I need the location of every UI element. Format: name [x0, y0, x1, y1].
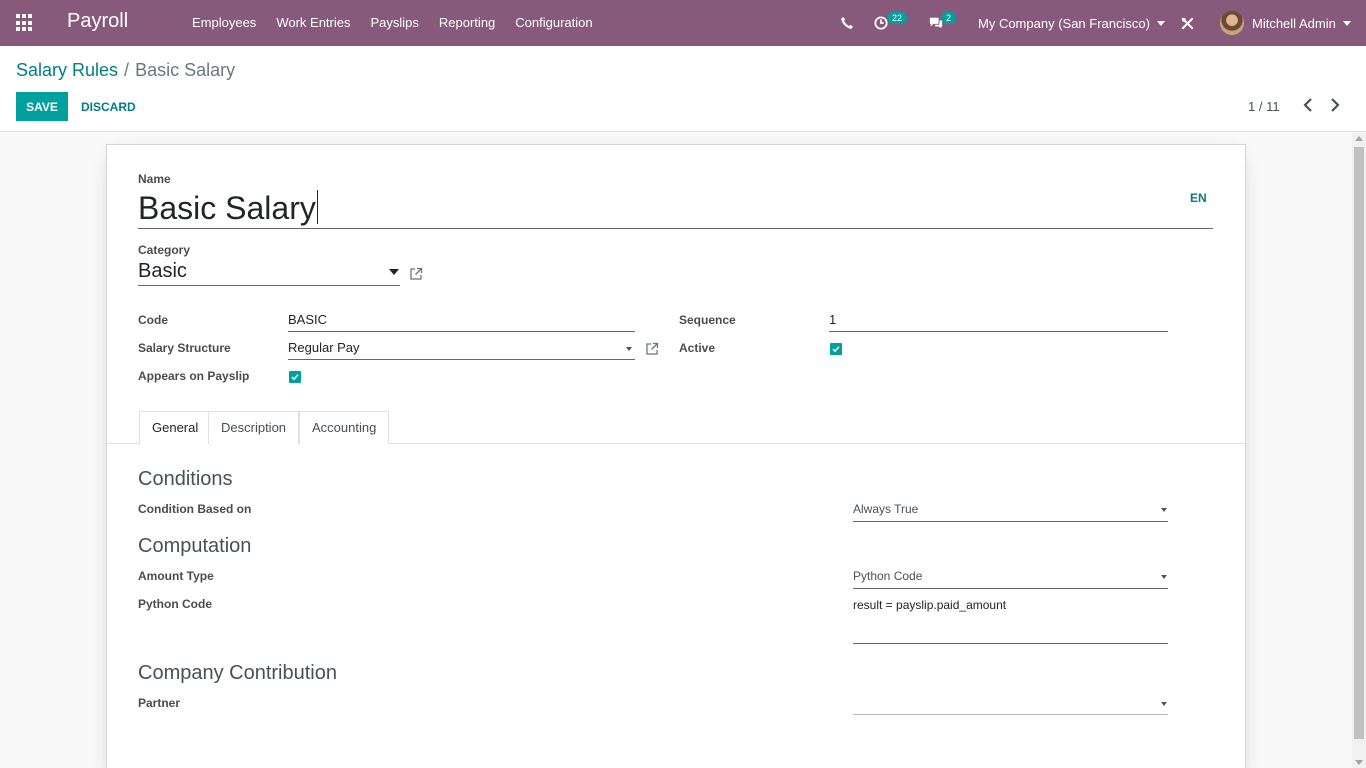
- structure-value: Regular Pay: [288, 340, 360, 355]
- caret-down-icon: [1161, 575, 1167, 579]
- form-view: Name Basic Salary EN Category Basic Code…: [0, 133, 1352, 768]
- scroll-down-icon[interactable]: [1355, 760, 1363, 765]
- avatar: [1220, 11, 1244, 35]
- structure-select[interactable]: Regular Pay: [288, 338, 635, 360]
- caret-down-icon: [1342, 20, 1351, 26]
- computation-title: Computation: [138, 535, 252, 557]
- amount-type-label: Amount Type: [138, 569, 214, 583]
- app-brand[interactable]: Payroll: [67, 10, 128, 33]
- activities-badge: 22: [887, 12, 908, 24]
- appears-on-payslip-checkbox[interactable]: [289, 371, 301, 383]
- apps-menu-icon[interactable]: [16, 14, 34, 32]
- conditions-title: Conditions: [138, 468, 233, 490]
- category-label: Category: [138, 243, 191, 257]
- company-name: My Company (San Francisco): [978, 15, 1150, 31]
- code-input[interactable]: BASIC: [288, 310, 635, 332]
- breadcrumb-salary-rules[interactable]: Salary Rules: [16, 60, 118, 80]
- condition-select[interactable]: Always True: [853, 498, 1168, 522]
- partner-select[interactable]: [853, 691, 1168, 715]
- caret-down-icon: [626, 347, 632, 351]
- top-navbar: Payroll Employees Work Entries Payslips …: [0, 0, 1366, 46]
- caret-down-icon: [389, 269, 399, 275]
- user-menu[interactable]: Mitchell Admin: [1220, 0, 1351, 46]
- discard-button[interactable]: DISCARD: [81, 92, 136, 121]
- main-menu: Employees Work Entries Payslips Reportin…: [182, 0, 603, 46]
- sequence-label: Sequence: [679, 313, 736, 327]
- menu-payslips[interactable]: Payslips: [360, 0, 428, 46]
- condition-value: Always True: [853, 502, 919, 516]
- sequence-value: 1: [829, 312, 837, 327]
- text-cursor: [316, 190, 318, 224]
- external-link-icon[interactable]: [645, 342, 659, 356]
- debug-tools-icon[interactable]: [1180, 0, 1195, 46]
- structure-label: Salary Structure: [138, 341, 231, 355]
- breadcrumb-current: Basic Salary: [135, 60, 236, 80]
- caret-down-icon: [1161, 508, 1167, 512]
- save-button[interactable]: SAVE: [16, 92, 68, 121]
- partner-label: Partner: [138, 696, 181, 710]
- condition-label: Condition Based on: [138, 502, 252, 516]
- breadcrumb-separator: /: [124, 60, 130, 80]
- vertical-scrollbar[interactable]: [1352, 133, 1366, 768]
- category-select[interactable]: Basic: [138, 259, 400, 286]
- python-code-label: Python Code: [138, 597, 212, 611]
- code-value: BASIC: [288, 312, 328, 327]
- breadcrumb: Salary Rules / Basic Salary: [16, 60, 235, 81]
- caret-down-icon: [1156, 20, 1165, 26]
- menu-configuration[interactable]: Configuration: [505, 0, 602, 46]
- active-checkbox[interactable]: [830, 343, 842, 355]
- python-code-value: result = payslip.paid_amount: [853, 598, 1007, 612]
- company-switcher[interactable]: My Company (San Francisco): [978, 0, 1165, 46]
- name-label: Name: [138, 172, 171, 186]
- name-value: Basic Salary: [138, 190, 316, 226]
- form-sheet: Name Basic Salary EN Category Basic Code…: [106, 144, 1246, 768]
- amount-type-select[interactable]: Python Code: [853, 565, 1168, 589]
- caret-down-icon: [1161, 702, 1167, 706]
- scroll-up-icon[interactable]: [1355, 136, 1363, 141]
- user-name: Mitchell Admin: [1252, 15, 1336, 31]
- messages-badge: 2: [941, 12, 957, 24]
- tab-general[interactable]: General: [139, 411, 212, 445]
- pager-next-icon[interactable]: [1328, 96, 1342, 114]
- code-label: Code: [138, 313, 168, 327]
- messages-icon[interactable]: [928, 0, 944, 46]
- pager-previous-icon[interactable]: [1301, 96, 1315, 114]
- menu-reporting[interactable]: Reporting: [429, 0, 505, 46]
- pager-value: 1 / 11: [1248, 99, 1280, 114]
- activities-icon[interactable]: [874, 0, 888, 46]
- language-button[interactable]: EN: [1190, 191, 1207, 205]
- menu-work-entries[interactable]: Work Entries: [266, 0, 360, 46]
- external-link-icon[interactable]: [409, 267, 423, 281]
- control-panel: Salary Rules / Basic Salary SAVE DISCARD 1…: [0, 46, 1366, 132]
- sequence-input[interactable]: 1: [829, 310, 1168, 332]
- appears-on-payslip-label: Appears on Payslip: [138, 369, 250, 383]
- phone-icon[interactable]: [840, 0, 854, 46]
- scrollbar-thumb[interactable]: [1354, 147, 1364, 739]
- tab-description[interactable]: Description: [208, 411, 300, 444]
- category-value: Basic: [138, 260, 187, 282]
- notebook-tabs: General Description Accounting: [107, 411, 1245, 445]
- python-code-editor[interactable]: result = payslip.paid_amount: [853, 596, 1168, 644]
- name-input[interactable]: Basic Salary: [138, 189, 1213, 229]
- active-label: Active: [679, 341, 716, 355]
- amount-type-value: Python Code: [853, 569, 923, 583]
- company-contribution-title: Company Contribution: [138, 662, 337, 684]
- tab-accounting[interactable]: Accounting: [299, 411, 390, 444]
- menu-employees[interactable]: Employees: [182, 0, 266, 46]
